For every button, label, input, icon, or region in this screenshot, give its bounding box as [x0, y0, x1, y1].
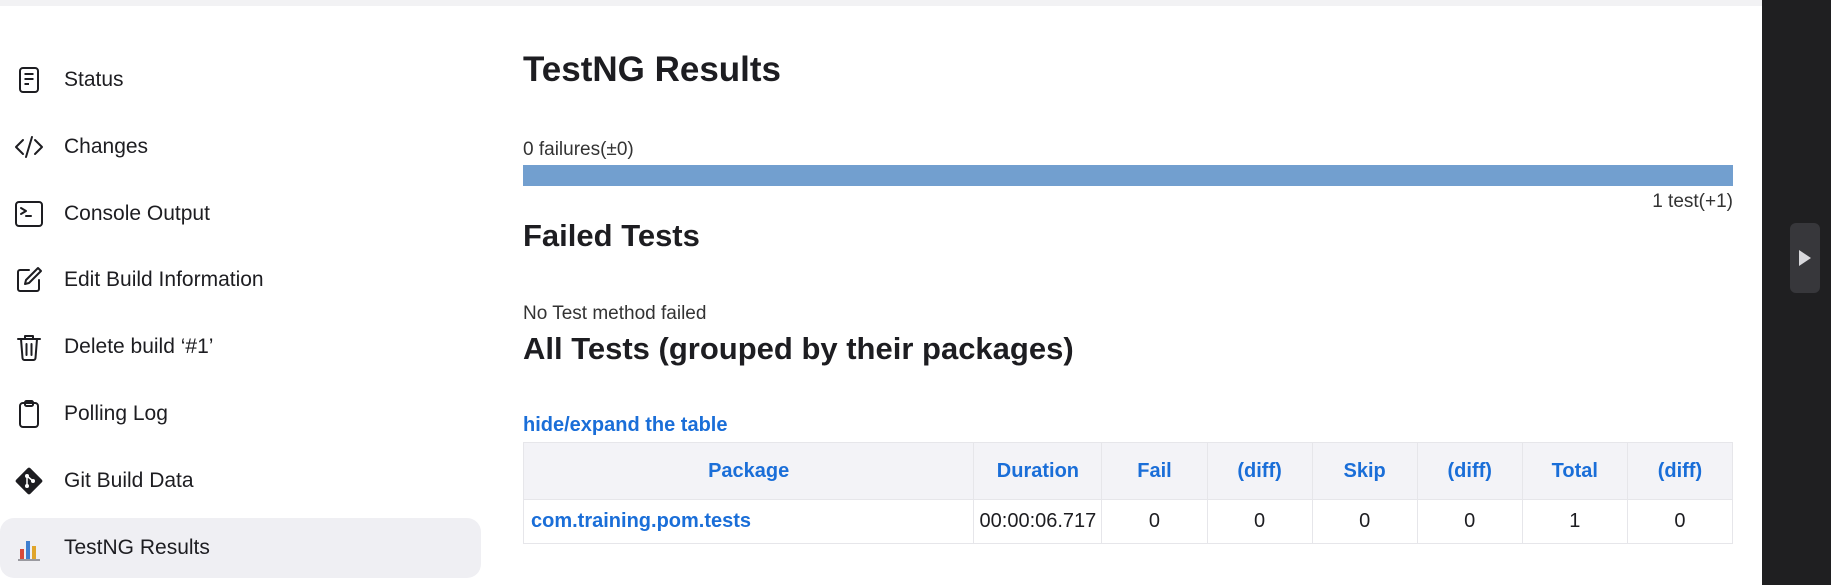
sidebar-item-label: Delete build ‘#1’ — [64, 335, 214, 359]
play-icon — [1799, 250, 1811, 266]
column-header-total[interactable]: Total — [1521, 442, 1628, 500]
failures-summary: 0 failures(±0) — [523, 139, 634, 160]
sidebar-item-testng-results[interactable]: TestNG Results — [0, 517, 481, 578]
page-title: TestNG Results — [523, 50, 782, 89]
sidebar-item-polling-log[interactable]: Polling Log — [0, 384, 481, 444]
failed-tests-heading: Failed Tests — [523, 218, 700, 253]
column-header-fail[interactable]: Fail — [1101, 442, 1208, 500]
cell-total-diff: 0 — [1626, 499, 1734, 544]
chart-icon — [14, 533, 44, 563]
sidebar-item-label: Changes — [64, 134, 149, 158]
column-header-skip[interactable]: Skip — [1311, 442, 1418, 500]
sidebar-item-changes[interactable]: Changes — [0, 117, 481, 177]
cell-fail-diff: 0 — [1206, 499, 1313, 544]
document-icon — [14, 65, 44, 95]
sidebar-item-edit-build-information[interactable]: Edit Build Information — [0, 250, 481, 310]
sidebar-item-label: TestNG Results — [64, 535, 210, 559]
sidebar-item-console-output[interactable]: Console Output — [0, 184, 481, 244]
no-failed-message: No Test method failed — [523, 303, 707, 324]
sidebar-item-label: Status — [64, 68, 124, 91]
cell-fail: 0 — [1101, 499, 1208, 544]
sidebar-item-git-build-data[interactable]: Git Build Data — [0, 451, 481, 511]
tests-summary: 1 test(+1) — [1652, 191, 1733, 212]
all-tests-heading: All Tests (grouped by their packages) — [523, 331, 1074, 366]
progress-pass-fill — [523, 165, 1733, 186]
cell-duration: 00:00:06.717 — [973, 499, 1103, 544]
sidebar-item-status[interactable]: Status — [0, 50, 481, 110]
cell-skip: 0 — [1311, 499, 1418, 544]
git-icon — [14, 466, 44, 496]
edit-icon — [14, 265, 44, 295]
sidebar-item-label: Git Build Data — [64, 468, 194, 492]
column-header-duration[interactable]: Duration — [973, 442, 1103, 500]
top-bar — [0, 0, 1762, 6]
column-header-skip-diff[interactable]: (diff) — [1416, 442, 1523, 500]
trash-icon — [14, 332, 44, 362]
table-header-row: Package Duration Fail (diff) Skip (diff)… — [522, 442, 1734, 500]
terminal-icon — [14, 199, 44, 229]
results-table: Package Duration Fail (diff) Skip (diff)… — [522, 442, 1734, 544]
cell-skip-diff: 0 — [1416, 499, 1523, 544]
test-progress-bar — [523, 165, 1733, 186]
table-row: com.training.pom.tests 00:00:06.717 0 0 … — [522, 499, 1734, 544]
sidebar-item-delete-build[interactable]: Delete build ‘#1’ — [0, 317, 481, 377]
hide-expand-table-link[interactable]: hide/expand the table — [523, 414, 727, 437]
package-link[interactable]: com.training.pom.tests — [531, 510, 751, 532]
sidebar-item-label: Edit Build Information — [64, 268, 264, 292]
clipboard-icon — [14, 399, 44, 429]
sidebar: Status Changes Console Output Edit Build… — [0, 50, 481, 584]
cell-package: com.training.pom.tests — [522, 499, 975, 544]
sidebar-item-label: Console Output — [64, 201, 210, 225]
cell-total: 1 — [1521, 499, 1628, 544]
column-header-package[interactable]: Package — [522, 442, 975, 500]
panel-toggle-button[interactable] — [1790, 223, 1820, 293]
sidebar-item-label: Polling Log — [64, 401, 168, 425]
column-header-fail-diff[interactable]: (diff) — [1206, 442, 1313, 500]
column-header-total-diff[interactable]: (diff) — [1626, 442, 1734, 500]
code-icon — [14, 132, 44, 162]
